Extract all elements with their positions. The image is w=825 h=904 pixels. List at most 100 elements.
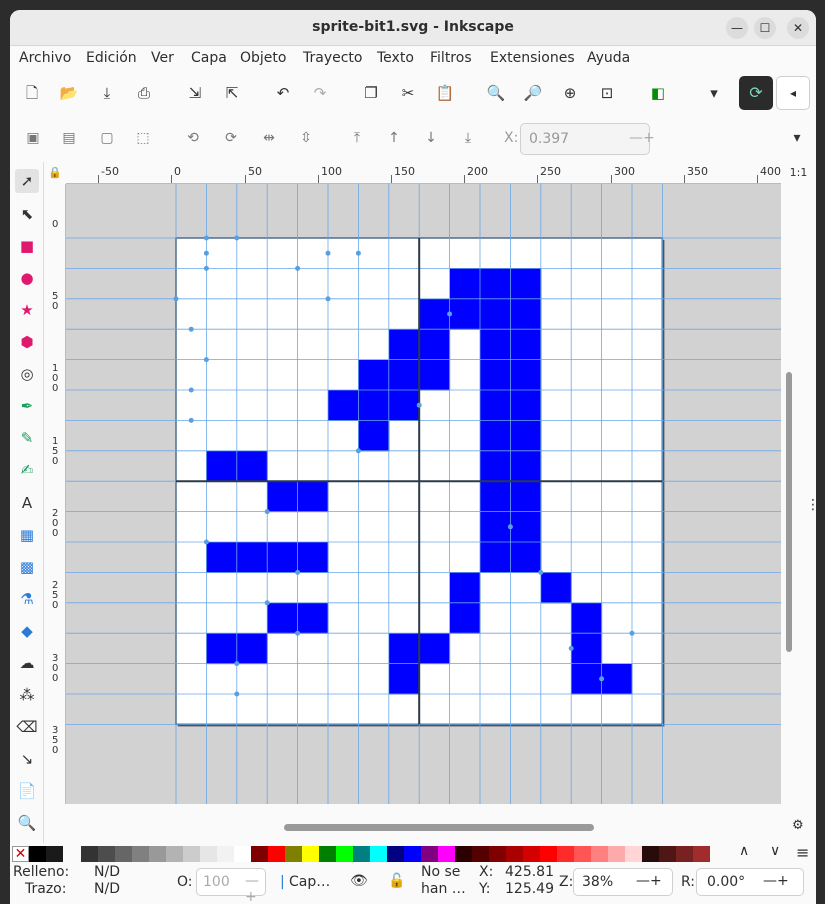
color-swatch[interactable]	[387, 846, 404, 862]
color-swatch[interactable]	[234, 846, 251, 862]
controls-overflow-icon[interactable]: ▾	[786, 127, 808, 149]
rotation-field[interactable]: 0.00° —+	[696, 868, 804, 896]
save-icon[interactable]: ⤓	[94, 80, 120, 106]
color-swatch[interactable]	[574, 846, 591, 862]
color-swatch[interactable]	[319, 846, 336, 862]
color-swatch[interactable]	[523, 846, 540, 862]
color-swatch[interactable]	[591, 846, 608, 862]
selector-tool-icon[interactable]: ➚	[15, 169, 39, 193]
color-swatch[interactable]	[557, 846, 574, 862]
color-swatch[interactable]	[370, 846, 387, 862]
text-tool-icon[interactable]: A	[15, 491, 39, 515]
color-swatch[interactable]	[455, 846, 472, 862]
menu-objeto[interactable]: Objeto	[240, 50, 286, 66]
deselect-icon[interactable]: ▢	[96, 127, 118, 149]
pen-tool-icon[interactable]: ✒	[15, 394, 39, 418]
print-icon[interactable]: ⎙	[131, 80, 157, 106]
color-swatch[interactable]	[336, 846, 353, 862]
flip-vertical-icon[interactable]: ⇳	[295, 127, 317, 149]
color-swatch[interactable]	[46, 846, 63, 862]
color-swatch[interactable]	[200, 846, 217, 862]
menu-texto[interactable]: Texto	[377, 50, 414, 66]
opacity-stepper[interactable]: —+	[245, 873, 265, 904]
horizontal-scrollbar[interactable]	[284, 824, 594, 831]
color-swatch[interactable]	[166, 846, 183, 862]
open-icon[interactable]: 📂	[56, 80, 82, 106]
select-all-icon[interactable]: ▣	[22, 127, 44, 149]
x-increment[interactable]: +	[643, 130, 655, 146]
menu-extensiones[interactable]: Extensiones	[490, 50, 575, 66]
color-swatch[interactable]	[625, 846, 642, 862]
canvas-drawing[interactable]	[66, 184, 781, 804]
x-decrement[interactable]: —	[629, 130, 643, 146]
color-swatch[interactable]	[353, 846, 370, 862]
menu-trayecto[interactable]: Trayecto	[303, 50, 362, 66]
gradient-tool-icon[interactable]: ▦	[15, 523, 39, 547]
layer-lock-icon[interactable]: 🔓	[388, 873, 405, 889]
calligraphy-tool-icon[interactable]: ✍	[15, 458, 39, 482]
palette-scroll-down-icon[interactable]: ∨	[770, 843, 780, 859]
pencil-tool-icon[interactable]: ✎	[15, 426, 39, 450]
spiral-tool-icon[interactable]: ◎	[15, 362, 39, 386]
zoom-drawing-icon[interactable]: 🔎	[520, 80, 546, 106]
import-icon[interactable]: ⇲	[182, 80, 208, 106]
color-swatch[interactable]	[540, 846, 557, 862]
flip-horizontal-icon[interactable]: ⇹	[258, 127, 280, 149]
color-swatch[interactable]	[642, 846, 659, 862]
panel-handle-icon[interactable]: ⋮	[806, 497, 816, 513]
color-swatch[interactable]	[183, 846, 200, 862]
color-swatch[interactable]	[217, 846, 234, 862]
color-swatch[interactable]	[29, 846, 46, 862]
select-all-layers-icon[interactable]: ▤	[58, 127, 80, 149]
vertical-ruler[interactable]: 0 5 0 1 0 0 1 5 0 2 0 0 2 5 0 3 0 0 3 5 0	[44, 184, 66, 804]
snap-toggle-button[interactable]: ⟳	[739, 76, 773, 110]
connector-tool-icon[interactable]: ↘	[15, 747, 39, 771]
pages-tool-icon[interactable]: 📄	[15, 779, 39, 803]
opacity-field[interactable]: 100 —+	[196, 868, 266, 904]
guide-lock-icon[interactable]: 🔒	[44, 162, 66, 184]
color-swatch[interactable]	[472, 846, 489, 862]
zoom-stepper[interactable]: —+	[636, 873, 662, 889]
layer-selector[interactable]: Cap…	[289, 874, 330, 890]
color-swatch[interactable]	[438, 846, 455, 862]
3d-box-tool-icon[interactable]: ⬢	[15, 330, 39, 354]
mesh-tool-icon[interactable]: ▩	[15, 555, 39, 579]
color-swatch[interactable]	[693, 846, 710, 862]
tweak-tool-icon[interactable]: ☁	[15, 651, 39, 675]
zoom-field[interactable]: 38% —+	[573, 868, 673, 896]
color-management-icon[interactable]: ⚙	[792, 818, 804, 833]
lower-bottom-icon[interactable]: ⤓	[457, 127, 479, 149]
more-options-icon[interactable]: ▾	[701, 80, 727, 106]
zoom-tool-icon[interactable]: 🔍	[15, 811, 39, 835]
raise-top-icon[interactable]: ⤒	[346, 127, 368, 149]
node-tool-icon[interactable]: ⬉	[15, 202, 39, 226]
dropper-tool-icon[interactable]: ⚗	[15, 587, 39, 611]
undo-icon[interactable]: ↶	[270, 80, 296, 106]
menu-archivo[interactable]: Archivo	[19, 50, 71, 66]
rotate-ccw-icon[interactable]: ⟲	[182, 127, 204, 149]
menu-ayuda[interactable]: Ayuda	[587, 50, 630, 66]
eraser-tool-icon[interactable]: ⌫	[15, 715, 39, 739]
color-swatch[interactable]	[115, 846, 132, 862]
menu-filtros[interactable]: Filtros	[430, 50, 472, 66]
color-swatch[interactable]	[608, 846, 625, 862]
close-button[interactable]: ✕	[787, 17, 809, 39]
zoom-page-icon[interactable]: ⊕	[557, 80, 583, 106]
paint-bucket-tool-icon[interactable]: ◆	[15, 619, 39, 643]
zoom-selection-icon[interactable]: 🔍	[483, 80, 509, 106]
color-swatch[interactable]	[149, 846, 166, 862]
color-swatch[interactable]	[489, 846, 506, 862]
stroke-value[interactable]: N/D	[94, 881, 120, 897]
rotation-stepper[interactable]: —+	[763, 873, 789, 889]
new-document-icon[interactable]: 🗋	[19, 80, 45, 106]
horizontal-ruler[interactable]: -50 0 50 100 150 200 250 300 350 400	[66, 162, 781, 184]
minimize-button[interactable]: —	[726, 17, 748, 39]
select-same-icon[interactable]: ⬚	[132, 127, 154, 149]
duplicate-icon[interactable]: ❐	[358, 80, 384, 106]
fill-stroke-icon[interactable]: ◧	[645, 80, 671, 106]
color-swatch[interactable]	[251, 846, 268, 862]
palette-scroll-up-icon[interactable]: ∧	[739, 843, 749, 859]
color-swatch[interactable]	[404, 846, 421, 862]
raise-icon[interactable]: ↑	[383, 127, 405, 149]
paste-icon[interactable]: 📋	[432, 80, 458, 106]
